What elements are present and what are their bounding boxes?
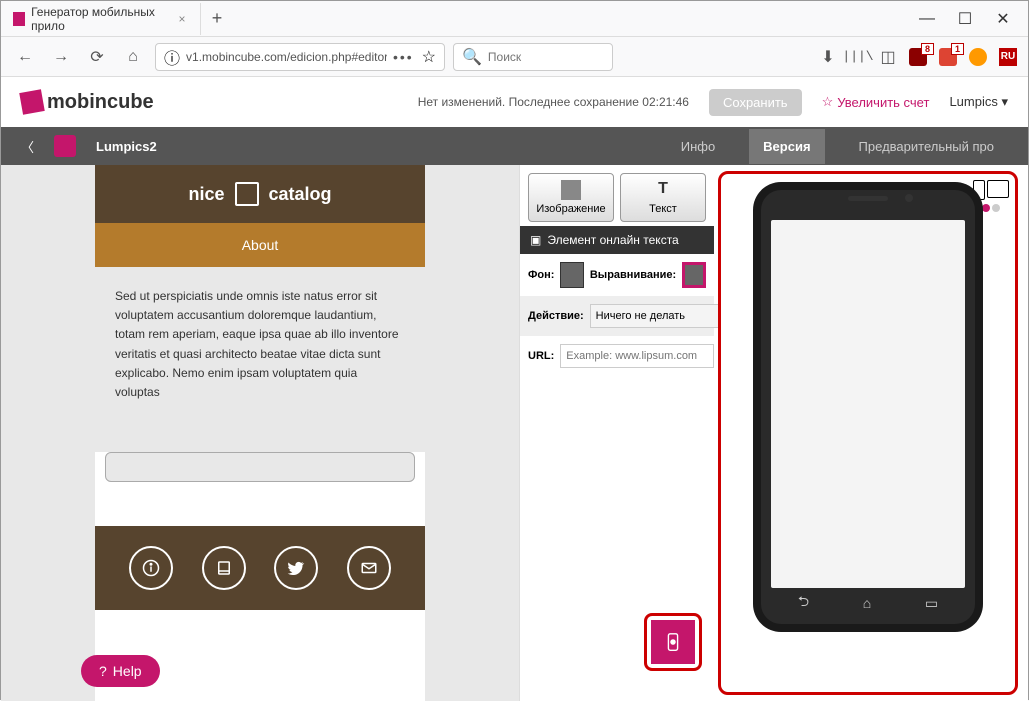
url-bar[interactable]: ⓘ v1.mobincube.com/edicion.php#editor/se… — [155, 43, 445, 71]
app-thumbnail-icon[interactable] — [54, 135, 76, 157]
home-button[interactable]: ⌂ — [119, 43, 147, 71]
close-button[interactable]: ✕ — [986, 5, 1020, 33]
save-status: Нет изменений. Последнее сохранение 02:2… — [418, 95, 689, 109]
ru-ext-icon[interactable]: RU — [998, 47, 1018, 67]
forward-button[interactable]: → — [47, 43, 75, 71]
device-frame: ⮌ ⌂ ▭ — [753, 182, 983, 632]
canvas-row[interactable] — [105, 452, 415, 482]
nav-recent-icon[interactable]: ▭ — [925, 595, 938, 612]
device-nav-bar: ⮌ ⌂ ▭ — [771, 588, 965, 618]
device-dot-active[interactable] — [982, 204, 990, 212]
action-label: Действие: — [528, 310, 584, 322]
camera-icon — [905, 194, 913, 202]
url-text: v1.mobincube.com/edicion.php#editor/sec — [186, 50, 387, 64]
mail-icon[interactable] — [347, 546, 391, 590]
alignment-picker[interactable] — [682, 262, 706, 288]
canvas-body-text[interactable]: Sed ut perspiciatis unde omnis iste natu… — [95, 267, 425, 422]
preview-button-highlight — [644, 613, 702, 671]
minimize-button[interactable]: — — [910, 5, 944, 33]
url-label: URL: — [528, 350, 554, 362]
library-icon[interactable]: |||\ — [848, 47, 868, 67]
search-input[interactable] — [488, 50, 604, 64]
device-screen[interactable] — [771, 220, 965, 588]
speaker-icon — [848, 196, 888, 201]
block-icon: ▣ — [530, 233, 541, 247]
page-actions-icon[interactable]: ••• — [393, 49, 414, 65]
search-icon: 🔍 — [462, 47, 482, 67]
app-topbar: mobincube Нет изменений. Последнее сохра… — [1, 77, 1028, 127]
device-dot[interactable] — [992, 204, 1000, 212]
canvas-footer[interactable] — [95, 526, 425, 610]
search-bar[interactable]: 🔍 — [453, 43, 613, 71]
browser-tab[interactable]: Генератор мобильных прило × — [1, 3, 201, 35]
user-menu[interactable]: Lumpics ▾ — [949, 94, 1008, 110]
nav-home-icon[interactable]: ⌂ — [863, 595, 871, 611]
browser-nav-bar: ← → ⟳ ⌂ ⓘ v1.mobincube.com/edicion.php#e… — [1, 37, 1028, 77]
logo-text: mobincube — [47, 91, 154, 114]
save-button[interactable]: Сохранить — [709, 89, 802, 116]
new-tab-button[interactable]: + — [201, 3, 233, 35]
insert-text-button[interactable]: T Текст — [620, 173, 706, 222]
twitter-icon[interactable] — [274, 546, 318, 590]
promote-account-link[interactable]: ☆ Увеличить счет — [822, 94, 930, 110]
canvas-area: nice catalog About Sed ut perspiciatis u… — [1, 165, 519, 701]
preview-button[interactable] — [651, 620, 695, 664]
back-button[interactable]: ← — [11, 43, 39, 71]
properties-panel: Изображение T Текст ▣ Элемент онлайн тек… — [519, 165, 714, 701]
tab-info[interactable]: Инфо — [667, 129, 729, 164]
phone-play-icon — [662, 631, 684, 653]
phone-canvas[interactable]: nice catalog About Sed ut perspiciatis u… — [95, 165, 425, 701]
downloads-icon[interactable]: ⬇ — [818, 47, 838, 67]
tab-favicon-icon — [13, 12, 25, 26]
section-header: ▣ Элемент онлайн текста — [520, 226, 714, 254]
back-chevron-icon[interactable]: 〈 — [21, 137, 34, 156]
app-name: Lumpics2 — [96, 139, 647, 154]
smile-ext-icon[interactable] — [968, 47, 988, 67]
star-icon: ☆ — [822, 94, 834, 110]
canvas-about[interactable]: About — [95, 223, 425, 267]
logo[interactable]: mobincube — [21, 91, 154, 114]
window-controls: — ☐ ✕ — [910, 5, 1028, 33]
info-circle-icon[interactable] — [129, 546, 173, 590]
canvas-spacer — [95, 422, 425, 452]
url-input[interactable] — [560, 344, 714, 368]
maximize-button[interactable]: ☐ — [948, 5, 982, 33]
tab-preview[interactable]: Предварительный про — [845, 129, 1008, 164]
reload-button[interactable]: ⟳ — [83, 43, 111, 71]
square-icon — [235, 182, 259, 206]
close-icon[interactable]: × — [176, 12, 188, 26]
device-preview-panel: ⮌ ⌂ ▭ — [718, 171, 1018, 695]
tab-version[interactable]: Версия — [749, 129, 824, 164]
help-icon: ? — [99, 663, 107, 679]
tablet-layout-icon[interactable] — [987, 180, 1009, 198]
image-icon — [561, 180, 581, 200]
app-root: mobincube Нет изменений. Последнее сохра… — [1, 77, 1028, 701]
sidebar-icon[interactable]: ◫ — [878, 47, 898, 67]
align-label: Выравнивание: — [590, 269, 676, 281]
bookmark-star-icon[interactable]: ☆ — [422, 47, 436, 67]
editor-header: 〈 Lumpics2 Инфо Версия Предварительный п… — [1, 127, 1028, 165]
book-icon[interactable] — [202, 546, 246, 590]
mail-ext-icon[interactable]: 1 — [938, 47, 958, 67]
workspace: nice catalog About Sed ut perspiciatis u… — [1, 165, 1028, 701]
nav-back-icon[interactable]: ⮌ — [798, 591, 809, 615]
bg-color-picker[interactable] — [560, 262, 583, 288]
tab-title: Генератор мобильных прило — [31, 5, 170, 33]
logo-mark-icon — [19, 89, 44, 114]
ublock-icon[interactable]: 8 — [908, 47, 928, 67]
help-button[interactable]: ? Help — [81, 655, 160, 687]
canvas-selected-element[interactable] — [105, 492, 415, 522]
insert-image-button[interactable]: Изображение — [528, 173, 614, 222]
bg-label: Фон: — [528, 269, 554, 281]
browser-tab-bar: Генератор мобильных прило × + — ☐ ✕ — [1, 1, 1028, 37]
canvas-header[interactable]: nice catalog — [95, 165, 425, 223]
info-icon[interactable]: ⓘ — [164, 45, 180, 69]
text-icon: T — [653, 180, 673, 200]
